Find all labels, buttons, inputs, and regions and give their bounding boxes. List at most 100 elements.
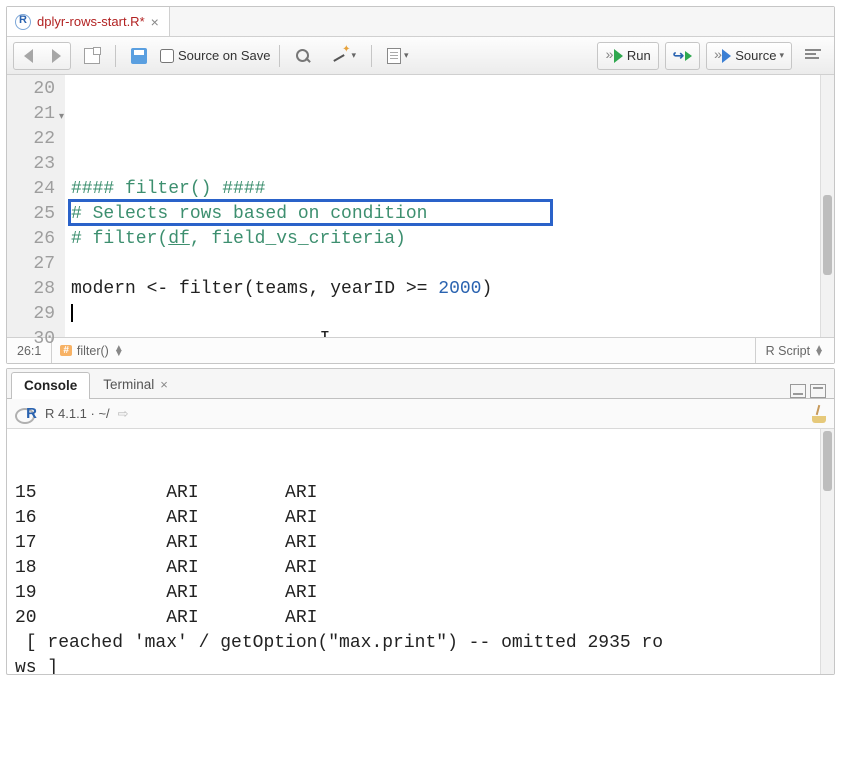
line-number: 28 [13, 277, 55, 302]
code-line[interactable] [71, 252, 828, 277]
wand-icon [331, 48, 349, 64]
code-line[interactable] [71, 302, 828, 327]
source-arrow-icon [722, 49, 731, 63]
popout-button[interactable] [77, 43, 107, 69]
file-type-label: R Script [766, 344, 810, 358]
editor-status-bar: 26:1 # filter() ▲▼ R Script ▲▼ [7, 337, 834, 363]
source-button[interactable]: » Source ▾ [708, 44, 790, 68]
code-editor[interactable]: 2021222324252627282930 #### filter() ###… [7, 75, 834, 337]
save-icon [131, 48, 147, 64]
separator [371, 45, 372, 67]
tab-console[interactable]: Console [11, 372, 90, 399]
find-button[interactable] [288, 43, 318, 69]
line-number: 25 [13, 202, 55, 227]
r-version-label: R 4.1.1 · ~/ [45, 406, 110, 421]
source-label: Source [735, 48, 776, 63]
console-header: R 4.1.1 · ~/ ⇨ [7, 399, 834, 429]
rerun-group: ↪ [665, 42, 700, 70]
console-output-row: ws ] [15, 656, 826, 674]
tab-console-label: Console [24, 378, 77, 393]
code-line[interactable]: I [71, 327, 828, 337]
source-group: » Source ▾ [706, 42, 792, 70]
popout-icon [84, 48, 100, 64]
tab-terminal[interactable]: Terminal × [90, 371, 181, 398]
sortable-icon: ▲▼ [114, 346, 124, 356]
line-gutter: 2021222324252627282930 [7, 75, 65, 337]
console-output-row: 19 ARI ARI [15, 581, 826, 606]
run-arrow-icon [614, 49, 623, 63]
r-logo-icon [15, 405, 37, 423]
chevron-down-icon: ▾ [352, 50, 357, 61]
nav-group [13, 42, 71, 70]
code-line[interactable] [71, 152, 828, 177]
editor-scrollbar[interactable] [820, 75, 834, 337]
line-number: 26 [13, 227, 55, 252]
console-output-row: [ reached 'max' / getOption("max.print")… [15, 631, 826, 656]
console-pane: Console Terminal × R 4.1.1 · ~/ ⇨ 15 ARI … [6, 368, 835, 675]
console-output-row: 20 ARI ARI [15, 606, 826, 631]
console-output-row: 15 ARI ARI [15, 481, 826, 506]
run-label: Run [627, 48, 651, 63]
code-tools-button[interactable]: ▾ [324, 43, 364, 69]
function-chip-icon: # [60, 345, 72, 356]
line-number: 24 [13, 177, 55, 202]
file-tab[interactable]: dplyr-rows-start.R* × [7, 7, 170, 36]
code-line[interactable]: #### filter() #### [71, 177, 828, 202]
console-output-row: 18 ARI ARI [15, 556, 826, 581]
chevron-down-icon: ▾ [404, 50, 409, 61]
share-icon[interactable]: ⇨ [118, 406, 129, 422]
status-scope[interactable]: # filter() ▲▼ [52, 344, 131, 358]
console-output[interactable]: 15 ARI ARI16 ARI ARI17 ARI ARI18 ARI ARI… [7, 429, 834, 674]
code-line[interactable]: # filter(df, field_vs_criteria) [71, 227, 828, 252]
source-on-save-control[interactable]: Source on Save [160, 48, 271, 63]
status-function-name: filter() [77, 344, 109, 358]
line-number: 21 [13, 102, 55, 127]
console-output-row: 16 ARI ARI [15, 506, 826, 531]
broom-icon[interactable] [810, 405, 826, 423]
line-number: 23 [13, 152, 55, 177]
arrow-right-icon [52, 49, 61, 63]
console-output-row: 17 ARI ARI [15, 531, 826, 556]
tab-terminal-label: Terminal [103, 377, 154, 392]
sortable-icon: ▲▼ [814, 346, 824, 356]
run-button[interactable]: » Run [599, 44, 656, 68]
line-number: 20 [13, 77, 55, 102]
console-scrollbar[interactable] [820, 429, 834, 674]
scrollbar-thumb[interactable] [823, 195, 832, 275]
r-file-icon [15, 14, 31, 30]
file-type-selector[interactable]: R Script ▲▼ [755, 338, 834, 363]
notebook-button[interactable]: ▾ [380, 43, 416, 69]
separator [279, 45, 280, 67]
arrow-left-icon [24, 49, 33, 63]
code-line[interactable]: modern <- filter(teams, yearID >= 2000) [71, 277, 828, 302]
source-on-save-checkbox[interactable] [160, 49, 174, 63]
rerun-button[interactable]: ↪ [667, 44, 698, 68]
minimize-icon[interactable] [790, 384, 806, 398]
console-tab-bar: Console Terminal × [7, 369, 834, 399]
scrollbar-thumb[interactable] [823, 431, 832, 491]
code-area[interactable]: #### filter() ##### Selects rows based o… [65, 75, 834, 337]
line-number: 29 [13, 302, 55, 327]
outline-icon [805, 49, 821, 63]
source-editor-pane: dplyr-rows-start.R* × Source on Save ▾ ▾… [6, 6, 835, 364]
notebook-icon [387, 48, 401, 64]
line-number: 22 [13, 127, 55, 152]
run-chevrons-icon: » [605, 48, 611, 64]
save-button[interactable] [124, 43, 154, 69]
chevron-down-icon: ▾ [779, 50, 784, 61]
search-icon [295, 48, 311, 64]
close-icon[interactable]: × [160, 377, 168, 392]
nav-back-button[interactable] [15, 44, 41, 68]
file-tab-name: dplyr-rows-start.R* [37, 14, 145, 29]
source-on-save-label: Source on Save [178, 48, 271, 63]
maximize-icon[interactable] [810, 384, 826, 398]
line-number: 30 [13, 327, 55, 352]
outline-button[interactable] [798, 43, 828, 69]
code-line[interactable]: # Selects rows based on condition [71, 202, 828, 227]
source-chevrons-icon: » [714, 48, 720, 64]
run-group: » Run [597, 42, 658, 70]
file-tab-bar: dplyr-rows-start.R* × [7, 7, 834, 37]
close-icon[interactable]: × [151, 14, 159, 30]
pane-controls [790, 384, 834, 398]
nav-forward-button[interactable] [43, 44, 69, 68]
